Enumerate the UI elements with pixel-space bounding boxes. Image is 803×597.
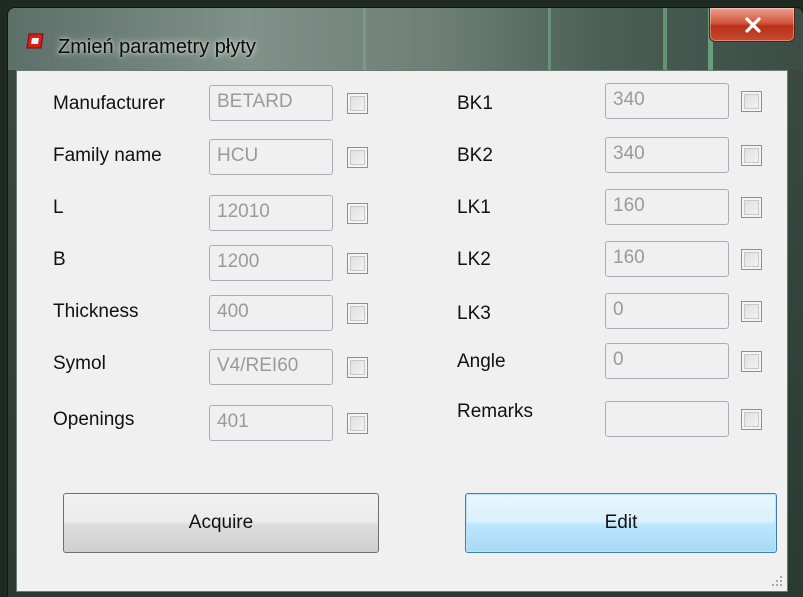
resize-grip-icon[interactable] bbox=[771, 575, 783, 587]
family-name-field[interactable]: HCU bbox=[209, 139, 333, 175]
backdrop-glow bbox=[663, 8, 667, 70]
lk2-field[interactable]: 160 bbox=[605, 241, 729, 277]
lk3-field[interactable]: 0 bbox=[605, 293, 729, 329]
symol-label: Symol bbox=[53, 353, 106, 374]
b-checkbox[interactable] bbox=[347, 253, 368, 274]
backdrop-glow bbox=[363, 8, 366, 70]
remarks-checkbox[interactable] bbox=[741, 409, 762, 430]
backdrop-glow bbox=[548, 8, 551, 70]
lk1-field[interactable]: 160 bbox=[605, 189, 729, 225]
openings-field[interactable]: 401 bbox=[209, 405, 333, 441]
l-label: L bbox=[53, 197, 64, 218]
lk3-label: LK3 bbox=[457, 303, 491, 324]
family-name-label: Family name bbox=[53, 145, 162, 166]
edit-button[interactable]: Edit bbox=[465, 493, 777, 553]
remarks-field[interactable] bbox=[605, 401, 729, 437]
close-button[interactable] bbox=[709, 8, 795, 42]
lk2-label: LK2 bbox=[457, 249, 491, 270]
thickness-field[interactable]: 400 bbox=[209, 295, 333, 331]
bk1-field[interactable]: 340 bbox=[605, 83, 729, 119]
family-name-checkbox[interactable] bbox=[347, 147, 368, 168]
symol-field[interactable]: V4/REI60 bbox=[209, 349, 333, 385]
thickness-checkbox[interactable] bbox=[347, 303, 368, 324]
b-label: B bbox=[53, 249, 66, 270]
manufacturer-label: Manufacturer bbox=[53, 93, 165, 114]
b-field[interactable]: 1200 bbox=[209, 245, 333, 281]
lk1-checkbox[interactable] bbox=[741, 197, 762, 218]
lk1-label: LK1 bbox=[457, 197, 491, 218]
bk2-label: BK2 bbox=[457, 145, 493, 166]
close-icon bbox=[745, 17, 761, 33]
l-field[interactable]: 12010 bbox=[209, 195, 333, 231]
dialog-window: Zmień parametry płyty Manufacturer BETARD… bbox=[8, 8, 803, 597]
angle-label: Angle bbox=[457, 351, 506, 372]
lk3-checkbox[interactable] bbox=[741, 301, 762, 322]
bk1-label: BK1 bbox=[457, 93, 493, 114]
l-checkbox[interactable] bbox=[347, 203, 368, 224]
manufacturer-checkbox[interactable] bbox=[347, 93, 368, 114]
dialog-client-area: Manufacturer BETARD Family name HCU L 12010 B 1… bbox=[16, 70, 788, 592]
angle-field[interactable]: 0 bbox=[605, 343, 729, 379]
bk2-checkbox[interactable] bbox=[741, 145, 762, 166]
thickness-label: Thickness bbox=[53, 301, 139, 322]
symol-checkbox[interactable] bbox=[347, 357, 368, 378]
openings-checkbox[interactable] bbox=[347, 413, 368, 434]
app-logo-icon bbox=[26, 32, 46, 50]
angle-checkbox[interactable] bbox=[741, 351, 762, 372]
window-title: Zmień parametry płyty bbox=[58, 36, 256, 58]
title-bar[interactable]: Zmień parametry płyty bbox=[8, 8, 803, 70]
remarks-label: Remarks bbox=[457, 401, 534, 422]
bk2-field[interactable]: 340 bbox=[605, 137, 729, 173]
manufacturer-field[interactable]: BETARD bbox=[209, 85, 333, 121]
lk2-checkbox[interactable] bbox=[741, 249, 762, 270]
bk1-checkbox[interactable] bbox=[741, 91, 762, 112]
acquire-button[interactable]: Acquire bbox=[63, 493, 379, 553]
openings-label: Openings bbox=[53, 409, 135, 430]
